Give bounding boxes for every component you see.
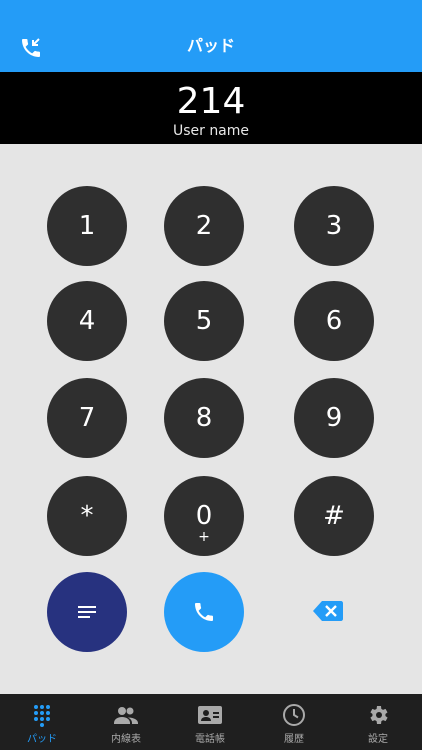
key-digit: 6: [325, 306, 343, 336]
tab-label: 設定: [368, 734, 388, 745]
user-name-label: User name: [172, 123, 250, 139]
key-sub-label: +: [198, 529, 210, 545]
key-hash[interactable]: #: [294, 476, 374, 556]
key-7[interactable]: 7: [47, 378, 127, 458]
menu-lines-icon: [78, 606, 96, 618]
tab-label: 電話帳: [195, 734, 225, 745]
tab-extensions[interactable]: 内線表: [84, 694, 168, 750]
tab-label: 内線表: [111, 734, 141, 745]
tab-label: パッド: [27, 734, 57, 745]
app-header: パッド: [0, 0, 422, 72]
key-9[interactable]: 9: [294, 378, 374, 458]
tab-pad[interactable]: パッド: [0, 694, 84, 750]
menu-button[interactable]: [47, 572, 127, 652]
key-2[interactable]: 2: [164, 186, 244, 266]
key-star[interactable]: *: [47, 476, 127, 556]
tab-settings[interactable]: 設定: [336, 694, 420, 750]
key-4[interactable]: 4: [47, 281, 127, 361]
tab-phonebook[interactable]: 電話帳: [168, 694, 252, 750]
gear-icon: [370, 706, 388, 724]
people-icon: [114, 707, 138, 724]
tab-label: 履歴: [284, 734, 304, 745]
key-5[interactable]: 5: [164, 281, 244, 361]
key-digit: 8: [195, 403, 213, 433]
key-digit: 7: [78, 403, 96, 433]
dialed-number: 214: [176, 81, 246, 122]
contact-card-icon: [198, 706, 222, 724]
key-digit: *: [80, 501, 94, 531]
key-0[interactable]: 0 +: [164, 476, 244, 556]
dialpad-icon: [34, 705, 50, 727]
phone-icon: [195, 603, 213, 621]
tab-history[interactable]: 履歴: [252, 694, 336, 750]
key-digit: 2: [195, 211, 213, 241]
backspace-icon[interactable]: [313, 600, 343, 622]
key-digit: 5: [195, 306, 213, 336]
key-digit: 0: [195, 501, 213, 531]
key-digit: 1: [78, 211, 96, 241]
key-8[interactable]: 8: [164, 378, 244, 458]
bottom-tab-bar: パッド 内線表 電話帳 履歴 設定: [0, 694, 422, 750]
number-display: 214 User name: [0, 72, 422, 144]
key-1[interactable]: 1: [47, 186, 127, 266]
key-digit: 3: [325, 211, 343, 241]
clock-icon: [283, 704, 305, 726]
key-digit: 9: [325, 403, 343, 433]
page-title: パッド: [186, 36, 235, 55]
call-button[interactable]: [164, 572, 244, 652]
key-3[interactable]: 3: [294, 186, 374, 266]
key-6[interactable]: 6: [294, 281, 374, 361]
key-digit: #: [323, 501, 345, 531]
key-digit: 4: [78, 306, 96, 336]
